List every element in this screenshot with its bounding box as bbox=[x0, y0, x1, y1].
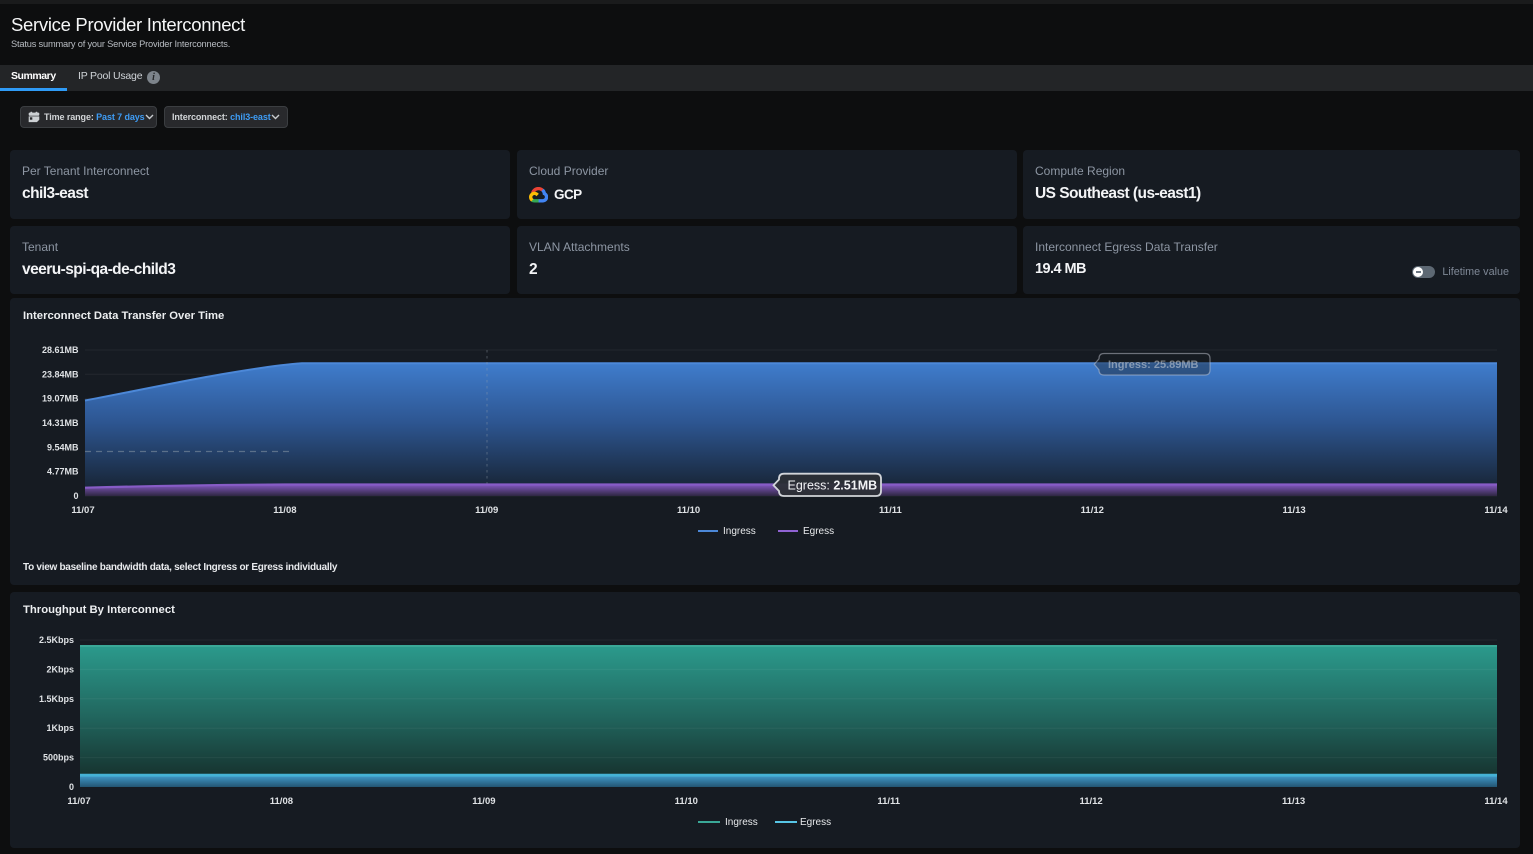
svg-text:Ingress: Ingress bbox=[723, 526, 756, 537]
svg-text:11/07: 11/07 bbox=[71, 505, 94, 516]
svg-text:4.77MB: 4.77MB bbox=[47, 467, 79, 477]
svg-text:11/13: 11/13 bbox=[1282, 796, 1305, 807]
svg-text:11/11: 11/11 bbox=[877, 796, 900, 807]
svg-text:11/13: 11/13 bbox=[1282, 505, 1305, 516]
svg-text:11/08: 11/08 bbox=[273, 505, 296, 516]
svg-text:28.61MB: 28.61MB bbox=[42, 345, 79, 355]
svg-text:11/09: 11/09 bbox=[472, 796, 495, 807]
svg-text:1.5Kbps: 1.5Kbps bbox=[39, 694, 74, 704]
svg-text:11/10: 11/10 bbox=[677, 505, 700, 516]
svg-text:2.5Kbps: 2.5Kbps bbox=[39, 635, 74, 645]
svg-text:11/08: 11/08 bbox=[270, 796, 293, 807]
svg-text:9.54MB: 9.54MB bbox=[47, 442, 79, 452]
svg-text:11/14: 11/14 bbox=[1484, 796, 1508, 807]
svg-text:Ingress: Ingress bbox=[725, 817, 758, 828]
svg-text:11/12: 11/12 bbox=[1081, 505, 1104, 516]
svg-text:Egress: 2.51MB: Egress: 2.51MB bbox=[788, 478, 878, 492]
svg-text:0: 0 bbox=[69, 782, 74, 792]
svg-text:Egress: Egress bbox=[800, 817, 831, 828]
svg-text:11/14: 11/14 bbox=[1484, 505, 1508, 516]
svg-text:11/07: 11/07 bbox=[67, 796, 90, 807]
svg-text:11/09: 11/09 bbox=[475, 505, 498, 516]
svg-text:11/10: 11/10 bbox=[675, 796, 698, 807]
svg-text:19.07MB: 19.07MB bbox=[42, 394, 79, 404]
svg-text:Egress: Egress bbox=[803, 526, 834, 537]
svg-text:2Kbps: 2Kbps bbox=[46, 664, 74, 674]
svg-text:23.84MB: 23.84MB bbox=[42, 369, 79, 379]
svg-text:1Kbps: 1Kbps bbox=[46, 723, 74, 733]
svg-text:Ingress: 25.89MB: Ingress: 25.89MB bbox=[1108, 359, 1199, 371]
svg-text:11/11: 11/11 bbox=[879, 505, 902, 516]
svg-text:14.31MB: 14.31MB bbox=[42, 418, 79, 428]
svg-text:11/12: 11/12 bbox=[1079, 796, 1102, 807]
svg-text:500bps: 500bps bbox=[43, 753, 74, 763]
svg-text:0: 0 bbox=[73, 491, 78, 501]
